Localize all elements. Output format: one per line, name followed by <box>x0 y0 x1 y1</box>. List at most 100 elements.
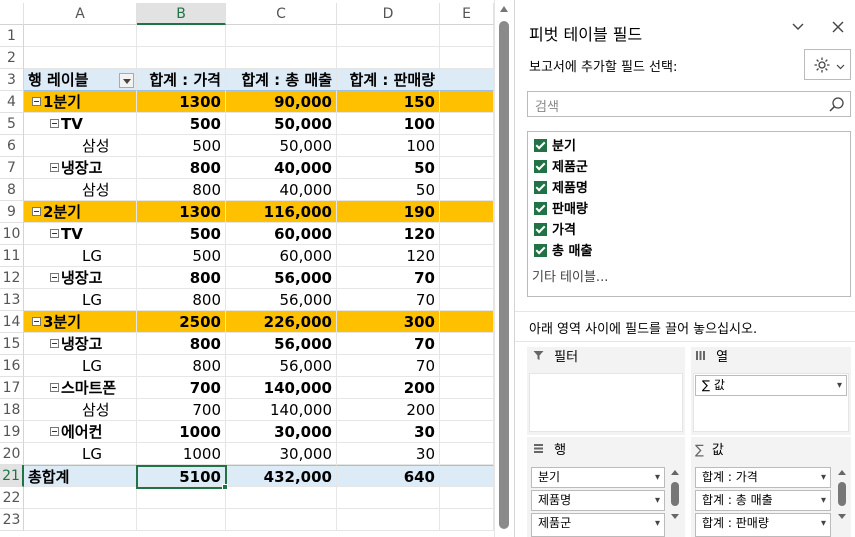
cell-e10[interactable] <box>440 223 494 245</box>
field-item[interactable]: 판매량 <box>534 200 588 220</box>
cell-d15[interactable]: 70 <box>337 333 440 355</box>
cell-c12[interactable]: 56,000 <box>226 267 337 289</box>
values-scroll-up-icon[interactable] <box>838 470 846 475</box>
cell-b20[interactable]: 1000 <box>137 443 226 465</box>
cell-e15[interactable] <box>440 333 494 355</box>
collapse-icon[interactable] <box>50 273 59 282</box>
rows-scroll-up-icon[interactable] <box>671 470 679 475</box>
cell-b5[interactable]: 500 <box>137 113 226 135</box>
cell-a11[interactable]: LG <box>24 245 137 267</box>
cell-c3[interactable]: 합계 : 총 매출 <box>226 69 337 91</box>
rows-field-item[interactable]: 제품군 ▾ <box>531 513 665 537</box>
cell-d21[interactable]: 640 <box>337 465 440 487</box>
cell-d17[interactable]: 200 <box>337 377 440 399</box>
row-header[interactable]: 21 <box>0 465 24 487</box>
collapse-icon[interactable] <box>32 207 41 216</box>
tools-button[interactable] <box>804 49 851 80</box>
cell-b23[interactable] <box>137 509 226 531</box>
collapse-icon[interactable] <box>32 97 41 106</box>
cell-d11[interactable]: 120 <box>337 245 440 267</box>
cell-d3[interactable]: 합계 : 판매량 <box>337 69 440 91</box>
cell-a4[interactable]: 1분기 <box>24 91 137 113</box>
field-search-input[interactable]: 검색 <box>527 91 851 117</box>
cell-e13[interactable] <box>440 289 494 311</box>
cell-d14[interactable]: 300 <box>337 311 440 333</box>
cell-d6[interactable]: 100 <box>337 135 440 157</box>
cell-a19[interactable]: 에어컨 <box>24 421 137 443</box>
cell-a22[interactable] <box>24 487 137 509</box>
cell-e11[interactable] <box>440 245 494 267</box>
cell-d2[interactable] <box>337 47 440 69</box>
column-header-b[interactable]: B <box>137 3 226 25</box>
cell-e1[interactable] <box>440 25 494 47</box>
row-header[interactable]: 3 <box>0 69 24 91</box>
chevron-down-icon[interactable]: ▾ <box>821 468 826 487</box>
scrollbar-thumb[interactable] <box>499 21 509 529</box>
more-tables-link[interactable]: 기타 테이블... <box>532 266 608 285</box>
row-header[interactable]: 8 <box>0 179 24 201</box>
cell-c21[interactable]: 432,000 <box>226 465 337 487</box>
column-header-e[interactable]: E <box>440 3 494 25</box>
cell-b4[interactable]: 1300 <box>137 91 226 113</box>
cell-a17[interactable]: 스마트폰 <box>24 377 137 399</box>
cell-e2[interactable] <box>440 47 494 69</box>
checkbox-checked-icon[interactable] <box>534 202 547 215</box>
chevron-down-icon[interactable]: ▾ <box>655 491 660 510</box>
row-header[interactable]: 15 <box>0 333 24 355</box>
cell-c19[interactable]: 30,000 <box>226 421 337 443</box>
field-item[interactable]: 가격 <box>534 221 576 241</box>
cell-c20[interactable]: 30,000 <box>226 443 337 465</box>
cell-b10[interactable]: 500 <box>137 223 226 245</box>
cell-d18[interactable]: 200 <box>337 399 440 421</box>
cell-a10[interactable]: TV <box>24 223 137 245</box>
cell-a20[interactable]: LG <box>24 443 137 465</box>
cell-e8[interactable] <box>440 179 494 201</box>
cell-c10[interactable]: 60,000 <box>226 223 337 245</box>
row-header[interactable]: 22 <box>0 487 24 509</box>
spreadsheet-grid[interactable]: ABCDE 123행 레이블 합계 : 가격 합계 : 총 매출 합계 : 판매량 4 1… <box>0 0 494 537</box>
cell-a3[interactable]: 행 레이블 <box>24 69 137 91</box>
checkbox-checked-icon[interactable] <box>534 244 547 257</box>
cell-e20[interactable] <box>440 443 494 465</box>
cell-d20[interactable]: 30 <box>337 443 440 465</box>
cell-e7[interactable] <box>440 157 494 179</box>
select-all-corner[interactable] <box>0 3 24 25</box>
row-header[interactable]: 13 <box>0 289 24 311</box>
row-header[interactable]: 11 <box>0 245 24 267</box>
cell-e4[interactable] <box>440 91 494 113</box>
collapse-icon[interactable] <box>50 383 59 392</box>
column-header-d[interactable]: D <box>337 3 440 25</box>
cell-d12[interactable]: 70 <box>337 267 440 289</box>
cell-a1[interactable] <box>24 25 137 47</box>
cell-b12[interactable]: 800 <box>137 267 226 289</box>
collapse-icon[interactable] <box>50 339 59 348</box>
values-scroll-thumb[interactable] <box>838 482 846 506</box>
cell-b9[interactable]: 1300 <box>137 201 226 223</box>
cell-a16[interactable]: LG <box>24 355 137 377</box>
cell-b6[interactable]: 500 <box>137 135 226 157</box>
row-header[interactable]: 2 <box>0 47 24 69</box>
cell-b1[interactable] <box>137 25 226 47</box>
cell-c7[interactable]: 40,000 <box>226 157 337 179</box>
cell-e19[interactable] <box>440 421 494 443</box>
cell-a5[interactable]: TV <box>24 113 137 135</box>
cell-a14[interactable]: 3분기 <box>24 311 137 333</box>
chevron-down-icon[interactable]: ▾ <box>655 514 660 533</box>
cell-a15[interactable]: 냉장고 <box>24 333 137 355</box>
cell-d16[interactable]: 70 <box>337 355 440 377</box>
filter-dropdown-icon[interactable] <box>119 73 134 88</box>
values-field-item[interactable]: 합계 : 총 매출 ▾ <box>695 490 831 511</box>
cell-c2[interactable] <box>226 47 337 69</box>
cell-c17[interactable]: 140,000 <box>226 377 337 399</box>
cell-b19[interactable]: 1000 <box>137 421 226 443</box>
cell-a9[interactable]: 2분기 <box>24 201 137 223</box>
cell-b3[interactable]: 합계 : 가격 <box>137 69 226 91</box>
field-item[interactable]: 제품명 <box>534 179 588 199</box>
row-header[interactable]: 4 <box>0 91 24 113</box>
collapse-icon[interactable] <box>50 163 59 172</box>
cell-c5[interactable]: 50,000 <box>226 113 337 135</box>
row-header[interactable]: 12 <box>0 267 24 289</box>
cell-b7[interactable]: 800 <box>137 157 226 179</box>
cell-c11[interactable]: 60,000 <box>226 245 337 267</box>
cell-e17[interactable] <box>440 377 494 399</box>
